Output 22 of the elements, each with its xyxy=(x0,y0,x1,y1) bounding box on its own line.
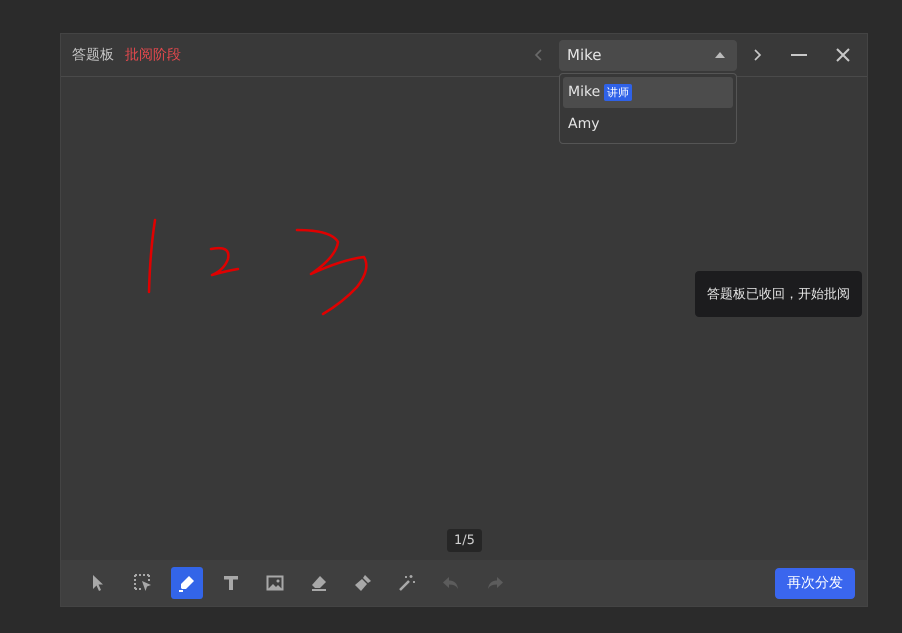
window-title: 答题板 xyxy=(72,46,114,64)
role-badge: 讲师 xyxy=(604,84,632,100)
student-dropdown[interactable]: Mike xyxy=(559,40,737,70)
dropdown-option[interactable]: Amy xyxy=(563,108,733,140)
magic-wand-icon xyxy=(397,573,417,593)
brush-icon xyxy=(353,573,373,593)
chevron-left-icon xyxy=(534,48,544,62)
minimize-icon xyxy=(790,53,808,57)
stage-label: 批阅阶段 xyxy=(125,46,181,64)
eraser-icon xyxy=(309,573,329,593)
text-icon xyxy=(221,573,241,593)
page-counter: 1/5 xyxy=(447,529,482,552)
image-icon xyxy=(265,573,285,593)
box-select-icon xyxy=(133,573,153,593)
marker-pen-tool[interactable] xyxy=(171,567,203,599)
close-icon xyxy=(835,47,851,63)
dropdown-option[interactable]: Mike 讲师 xyxy=(563,76,733,108)
marker-pen-icon xyxy=(177,573,197,593)
chevron-right-icon xyxy=(752,48,762,62)
redistribute-button[interactable]: 再次分发 xyxy=(775,568,855,598)
caret-icon xyxy=(715,51,725,59)
toast-message: 答题板已收回，开始批阅 xyxy=(695,271,862,317)
